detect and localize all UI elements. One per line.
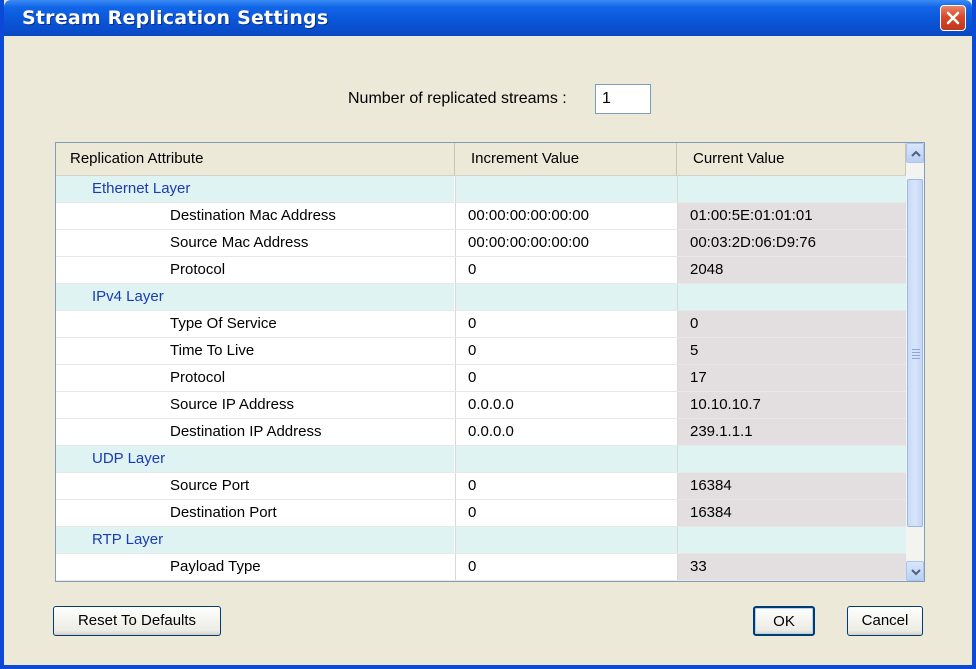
attribute-name: Protocol <box>56 257 454 283</box>
increment-value-cell <box>455 284 677 310</box>
thumb-grip <box>912 355 920 356</box>
increment-value-cell[interactable]: 0.0.0.0 <box>455 419 677 445</box>
attribute-name: Protocol <box>56 365 454 391</box>
attribute-name: Time To Live <box>56 338 454 364</box>
increment-value-cell <box>455 527 677 553</box>
attribute-row[interactable]: Time To Live 0 5 <box>56 338 906 365</box>
current-value-cell <box>677 176 906 202</box>
attribute-name: Type Of Service <box>56 311 454 337</box>
current-value-cell[interactable]: 01:00:5E:01:01:01 <box>677 203 906 229</box>
close-icon <box>946 11 960 25</box>
attribute-row[interactable]: Source Mac Address 00:00:00:00:00:00 00:03… <box>56 230 906 257</box>
scroll-down-button[interactable] <box>906 561 924 581</box>
increment-value-cell <box>455 176 677 202</box>
attribute-name: Source Port <box>56 473 454 499</box>
attribute-name: Source Mac Address <box>56 230 454 256</box>
increment-value-cell[interactable]: 0 <box>455 365 677 391</box>
increment-value-cell[interactable]: 0 <box>455 257 677 283</box>
scrollbar-thumb[interactable] <box>907 179 923 527</box>
increment-value-cell[interactable]: 0.0.0.0 <box>455 392 677 418</box>
current-value-cell[interactable]: 16384 <box>677 500 906 526</box>
attribute-name: Destination IP Address <box>56 419 454 445</box>
current-value-cell[interactable]: 2048 <box>677 257 906 283</box>
title-bar: Stream Replication Settings <box>4 0 972 36</box>
layer-name: UDP Layer <box>56 446 454 472</box>
grid-header: Replication Attribute Increment Value Cu… <box>56 143 906 176</box>
attribute-row[interactable]: Protocol 0 17 <box>56 365 906 392</box>
increment-value-cell[interactable]: 0 <box>455 473 677 499</box>
attribute-name: Destination Port <box>56 500 454 526</box>
current-value-cell[interactable]: 0 <box>677 311 906 337</box>
attribute-row[interactable]: Destination Mac Address 00:00:00:00:00:00… <box>56 203 906 230</box>
attribute-row[interactable]: Payload Type 0 33 <box>56 554 906 581</box>
column-header-increment[interactable]: Increment Value <box>455 143 677 175</box>
current-value-cell[interactable]: 16384 <box>677 473 906 499</box>
attribute-row[interactable]: Protocol 0 2048 <box>56 257 906 284</box>
increment-value-cell <box>455 446 677 472</box>
attribute-row[interactable]: Destination Port 0 16384 <box>56 500 906 527</box>
attribute-row[interactable]: Source IP Address 0.0.0.0 10.10.10.7 <box>56 392 906 419</box>
scroll-up-arrow-icon <box>911 150 921 157</box>
reset-to-defaults-button[interactable]: Reset To Defaults <box>53 606 221 636</box>
increment-value-cell[interactable]: 0 <box>455 311 677 337</box>
layer-group-row[interactable]: RTP Layer <box>56 527 906 554</box>
column-header-attribute[interactable]: Replication Attribute <box>56 143 455 175</box>
grid-rows: Ethernet Layer Destination Mac Address 00:… <box>56 176 906 581</box>
increment-value-cell[interactable]: 00:00:00:00:00:00 <box>455 230 677 256</box>
current-value-cell[interactable]: 10.10.10.7 <box>677 392 906 418</box>
thumb-grip <box>912 349 920 350</box>
ok-button[interactable]: OK <box>753 606 815 636</box>
increment-value-cell[interactable]: 0 <box>455 554 677 580</box>
thumb-grip <box>912 352 920 353</box>
replication-grid: Replication Attribute Increment Value Cu… <box>55 142 925 582</box>
attribute-name: Destination Mac Address <box>56 203 454 229</box>
current-value-cell[interactable]: 5 <box>677 338 906 364</box>
dialog-window: Stream Replication Settings Number of re… <box>0 0 976 669</box>
scroll-down-arrow-icon <box>911 569 921 576</box>
current-value-cell <box>677 284 906 310</box>
cancel-button[interactable]: Cancel <box>847 606 923 636</box>
vertical-scrollbar[interactable] <box>906 143 924 581</box>
layer-group-row[interactable]: IPv4 Layer <box>56 284 906 311</box>
window-title: Stream Replication Settings <box>22 7 329 29</box>
layer-name: RTP Layer <box>56 527 454 553</box>
attribute-name: Payload Type <box>56 554 454 580</box>
attribute-row[interactable]: Destination IP Address 0.0.0.0 239.1.1.1 <box>56 419 906 446</box>
current-value-cell[interactable]: 17 <box>677 365 906 391</box>
layer-name: IPv4 Layer <box>56 284 454 310</box>
layer-name: Ethernet Layer <box>56 176 454 202</box>
current-value-cell <box>677 527 906 553</box>
increment-value-cell[interactable]: 00:00:00:00:00:00 <box>455 203 677 229</box>
thumb-grip <box>912 358 920 359</box>
current-value-cell[interactable]: 00:03:2D:06:D9:76 <box>677 230 906 256</box>
scroll-up-button[interactable] <box>906 143 924 163</box>
increment-value-cell[interactable]: 0 <box>455 338 677 364</box>
attribute-row[interactable]: Source Port 0 16384 <box>56 473 906 500</box>
replicated-streams-label: Number of replicated streams : <box>348 90 567 107</box>
increment-value-cell[interactable]: 0 <box>455 500 677 526</box>
current-value-cell[interactable]: 33 <box>677 554 906 580</box>
attribute-row[interactable]: Type Of Service 0 0 <box>56 311 906 338</box>
layer-group-row[interactable]: UDP Layer <box>56 446 906 473</box>
replicated-streams-input[interactable] <box>595 84 651 114</box>
close-button[interactable] <box>940 5 966 31</box>
current-value-cell <box>677 446 906 472</box>
current-value-cell[interactable]: 239.1.1.1 <box>677 419 906 445</box>
layer-group-row[interactable]: Ethernet Layer <box>56 176 906 203</box>
column-header-current[interactable]: Current Value <box>677 143 906 175</box>
attribute-name: Source IP Address <box>56 392 454 418</box>
